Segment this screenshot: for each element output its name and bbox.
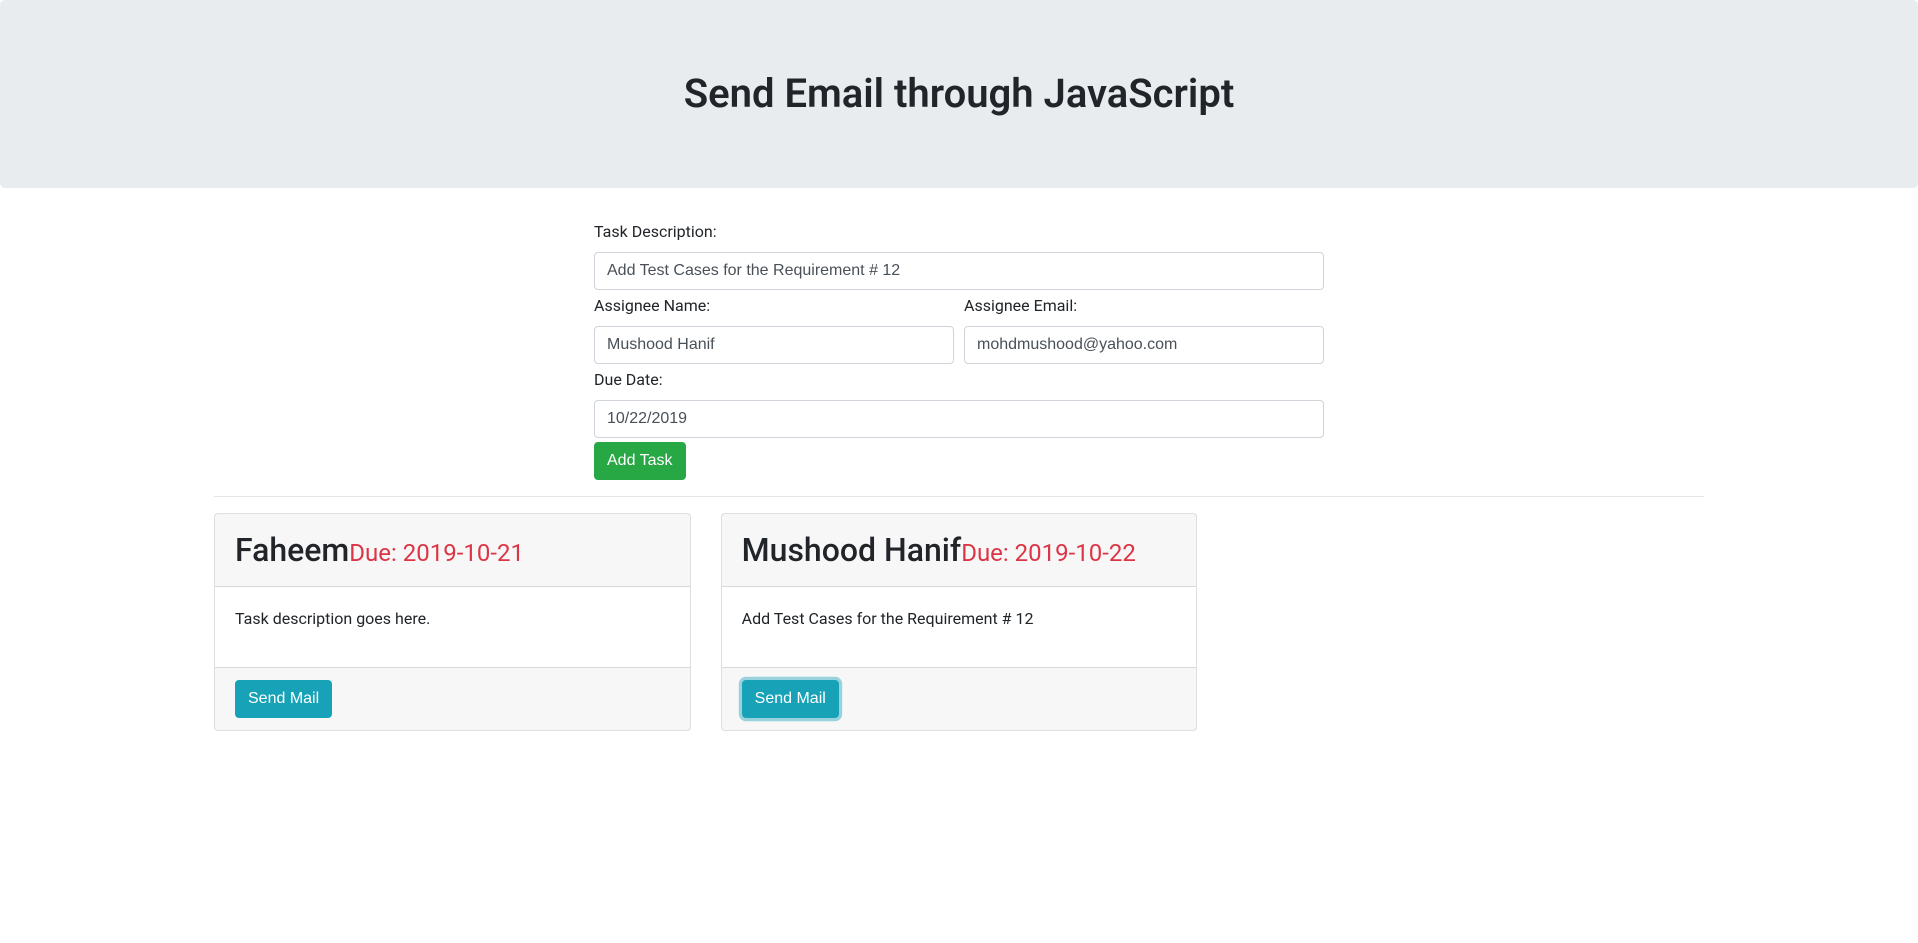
add-task-button[interactable]: Add Task bbox=[594, 442, 686, 480]
assignee-email-label: Assignee Email: bbox=[964, 294, 1077, 318]
due-date-input[interactable] bbox=[594, 400, 1324, 438]
task-card: Mushood HanifDue: 2019-10-22 Add Test Cas… bbox=[721, 513, 1198, 731]
task-card-column: FaheemDue: 2019-10-21 Task description go… bbox=[199, 513, 706, 731]
page-header: Send Email through JavaScript bbox=[0, 0, 1918, 188]
task-form: Task Description: Assignee Name: Assigne… bbox=[579, 220, 1339, 480]
task-card-assignee: Faheem bbox=[235, 531, 349, 569]
send-mail-button[interactable]: Send Mail bbox=[742, 680, 839, 718]
task-card-header: FaheemDue: 2019-10-21 bbox=[215, 514, 690, 587]
task-card-footer: Send Mail bbox=[215, 667, 690, 730]
divider bbox=[214, 496, 1704, 497]
due-date-label: Due Date: bbox=[594, 368, 663, 392]
task-cards-row: FaheemDue: 2019-10-21 Task description go… bbox=[199, 513, 1719, 731]
task-card-description: Add Test Cases for the Requirement # 12 bbox=[742, 607, 1177, 631]
task-description-input[interactable] bbox=[594, 252, 1324, 290]
task-card-column: Mushood HanifDue: 2019-10-22 Add Test Cas… bbox=[706, 513, 1213, 731]
send-mail-button[interactable]: Send Mail bbox=[235, 680, 332, 718]
task-card-header: Mushood HanifDue: 2019-10-22 bbox=[722, 514, 1197, 587]
assignee-name-label: Assignee Name: bbox=[594, 294, 710, 318]
main-container: Task Description: Assignee Name: Assigne… bbox=[199, 220, 1719, 731]
assignee-email-input[interactable] bbox=[964, 326, 1324, 364]
task-card: FaheemDue: 2019-10-21 Task description go… bbox=[214, 513, 691, 731]
task-card-description: Task description goes here. bbox=[235, 607, 670, 631]
task-card-due: Due: 2019-10-22 bbox=[961, 539, 1136, 567]
task-card-due: Due: 2019-10-21 bbox=[349, 539, 524, 567]
assignee-name-input[interactable] bbox=[594, 326, 954, 364]
task-card-body: Task description goes here. bbox=[215, 587, 690, 667]
task-card-body: Add Test Cases for the Requirement # 12 bbox=[722, 587, 1197, 667]
task-card-footer: Send Mail bbox=[722, 667, 1197, 730]
task-card-assignee: Mushood Hanif bbox=[742, 531, 962, 569]
page-title: Send Email through JavaScript bbox=[32, 64, 1886, 124]
task-description-label: Task Description: bbox=[594, 220, 717, 244]
